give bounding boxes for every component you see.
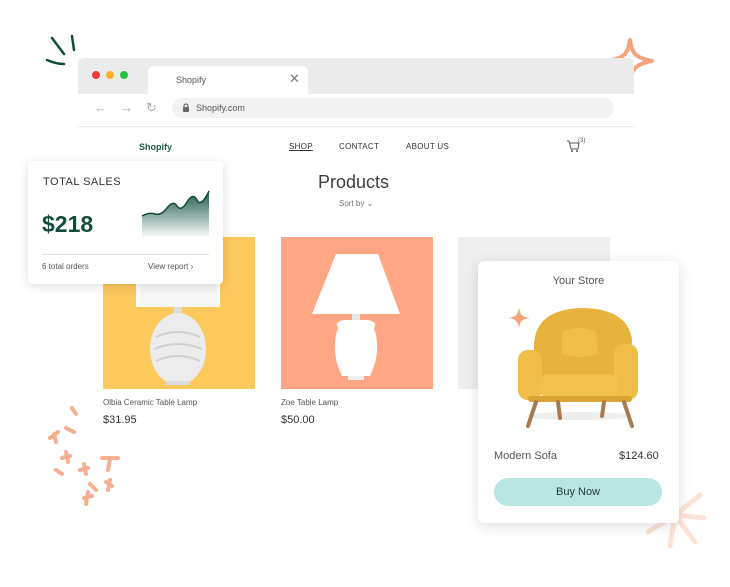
- header-divider: [78, 126, 634, 127]
- tab-close-icon[interactable]: ✕: [289, 72, 300, 86]
- total-sales-value: $218: [42, 211, 94, 237]
- forward-arrow-icon[interactable]: →: [120, 101, 133, 115]
- browser-tab[interactable]: [148, 66, 308, 94]
- view-report-link[interactable]: View report ›: [148, 262, 193, 271]
- menu-item-about-us[interactable]: ABOUT US: [406, 142, 449, 151]
- sort-label: Sort by: [339, 199, 365, 208]
- page-title: Products: [318, 172, 390, 192]
- menu-item-contact[interactable]: CONTACT: [339, 142, 379, 151]
- product-price-1: $31.95: [103, 414, 137, 426]
- site-logo[interactable]: Shopify: [139, 142, 172, 152]
- url-text: Shopify.com: [196, 103, 245, 113]
- product-name-2[interactable]: Zoe Table Lamp: [281, 398, 338, 407]
- product-price-2: $50.00: [281, 414, 315, 426]
- tab-title: Shopify: [176, 75, 207, 85]
- lock-icon: [183, 103, 189, 112]
- sales-divider: [42, 254, 209, 255]
- chevron-down-icon: ⌄: [366, 199, 374, 208]
- store-product-price: $124.60: [619, 450, 659, 462]
- menu-item-shop[interactable]: SHOP: [289, 142, 313, 151]
- back-arrow-icon[interactable]: ←: [94, 101, 107, 115]
- window-close-button[interactable]: [92, 71, 100, 79]
- reload-icon[interactable]: ↻: [146, 101, 157, 115]
- window-minimize-button[interactable]: [106, 71, 114, 79]
- total-sales-label: TOTAL SALES: [43, 176, 122, 188]
- view-report-label: View report: [148, 262, 189, 271]
- total-orders-text: 6 total orders: [42, 262, 89, 271]
- window-maximize-button[interactable]: [120, 71, 128, 79]
- chevron-right-icon: ›: [190, 262, 194, 271]
- store-product-name: Modern Sofa: [494, 450, 557, 462]
- cart-count-badge: (3): [578, 138, 586, 144]
- armchair-image: [518, 308, 638, 428]
- sort-dropdown[interactable]: Sort by ⌄: [339, 199, 373, 208]
- product-name-1[interactable]: Olbia Ceramic Table Lamp: [103, 398, 197, 407]
- table-lamp-image: [312, 254, 400, 380]
- sales-trend-chart: [141, 190, 210, 236]
- store-title: Your Store: [552, 275, 605, 287]
- buy-now-button[interactable]: Buy Now: [494, 478, 662, 506]
